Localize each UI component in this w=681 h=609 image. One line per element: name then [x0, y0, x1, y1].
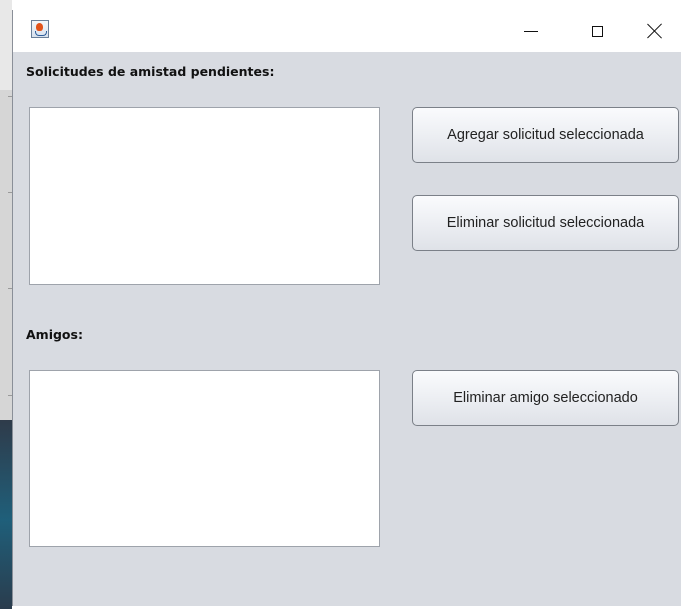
- accept-request-button[interactable]: Agregar solicitud seleccionada: [412, 107, 679, 163]
- friends-window: Solicitudes de amistad pendientes: Agreg…: [12, 10, 681, 606]
- minimize-icon: [524, 30, 538, 32]
- friends-label: Amigos:: [26, 327, 83, 342]
- maximize-icon: [591, 25, 603, 37]
- desktop-background: [0, 0, 12, 609]
- pending-requests-list[interactable]: [29, 107, 380, 285]
- remove-friend-button[interactable]: Eliminar amigo seleccionado: [412, 370, 679, 426]
- close-button[interactable]: [627, 10, 681, 52]
- maximize-button[interactable]: [569, 10, 625, 52]
- close-icon: [647, 23, 663, 39]
- reject-request-button[interactable]: Eliminar solicitud seleccionada: [412, 195, 679, 251]
- pending-requests-label: Solicitudes de amistad pendientes:: [26, 64, 275, 79]
- java-app-icon[interactable]: [31, 20, 49, 38]
- title-bar[interactable]: [13, 10, 681, 52]
- minimize-button[interactable]: [503, 10, 559, 52]
- friends-list[interactable]: [29, 370, 380, 547]
